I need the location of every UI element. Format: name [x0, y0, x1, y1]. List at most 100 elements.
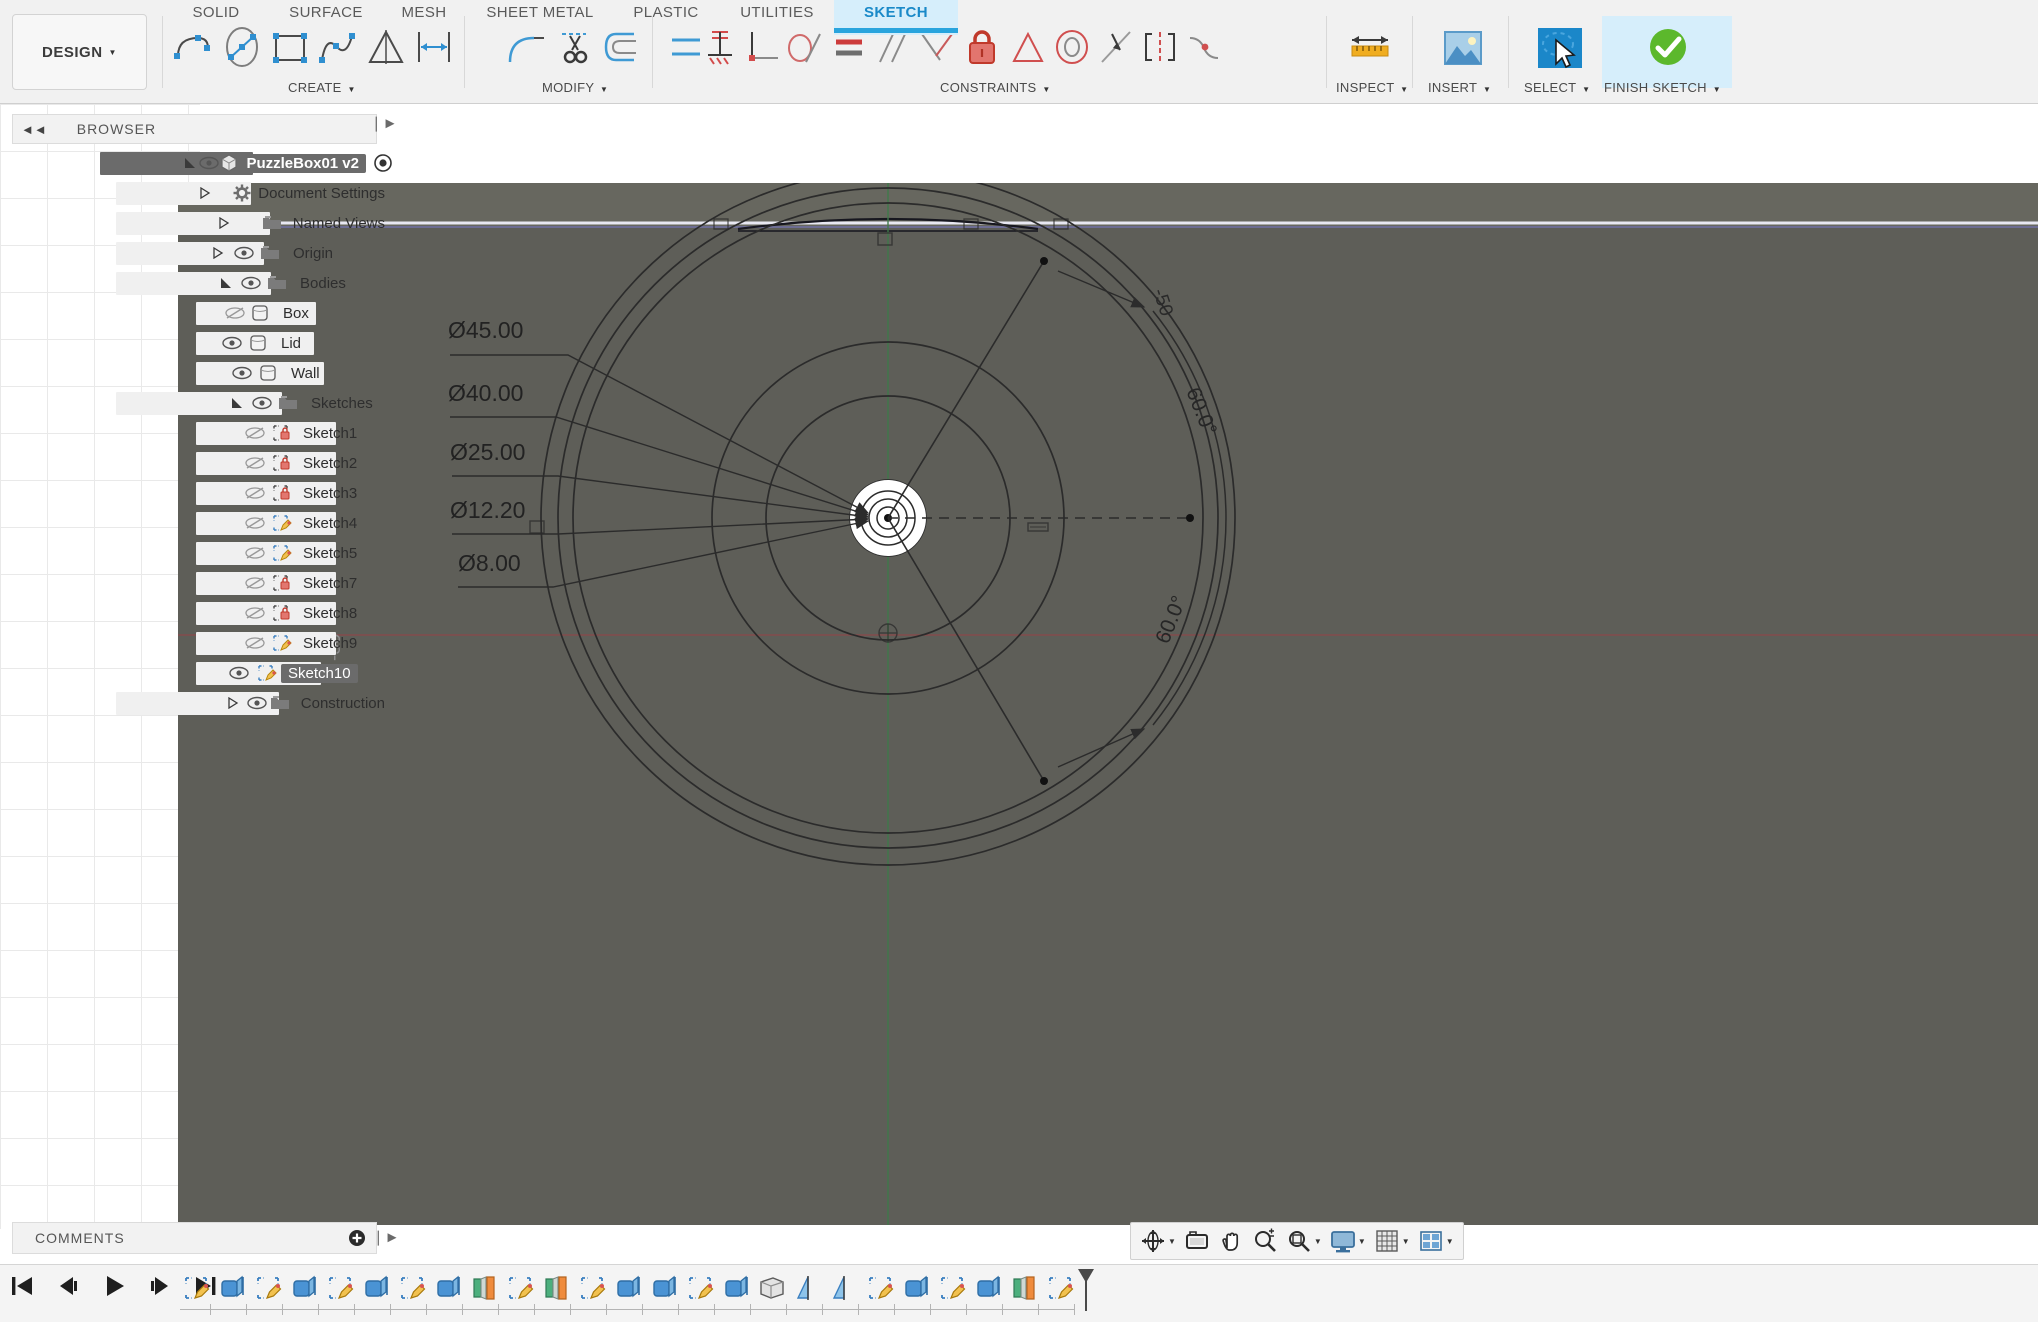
visibility-eye-icon[interactable] — [222, 336, 248, 350]
jump-to-start-icon[interactable] — [8, 1273, 36, 1299]
display-settings-icon[interactable]: ▼ — [1327, 1225, 1369, 1257]
tree-node-construction[interactable]: Construction — [12, 688, 392, 718]
expand-triangle-icon[interactable] — [183, 156, 200, 170]
view-navigation-bar[interactable]: ▼ ▼ ▼ ▼ ▼ — [1130, 1222, 1464, 1260]
sketch-viewport[interactable]: Ø45.00 Ø40.00 Ø25.00 Ø12.20 Ø8.00 60.0° … — [178, 183, 2038, 1225]
visibility-hidden-eye-icon[interactable] — [244, 576, 270, 590]
grid-snaps-icon[interactable]: ▼ — [1371, 1225, 1413, 1257]
finish-sketch-button[interactable] — [1640, 24, 1696, 70]
curvature-constraint[interactable] — [1178, 24, 1230, 70]
tree-node-origin[interactable]: Origin — [12, 238, 392, 268]
visibility-hidden-eye-icon[interactable] — [244, 546, 270, 560]
collapse-triangle-icon[interactable] — [218, 217, 238, 229]
spline-tool[interactable] — [312, 24, 364, 70]
viewports-icon[interactable]: ▼ — [1415, 1225, 1457, 1257]
collapse-triangle-icon[interactable] — [199, 187, 215, 199]
extrude-feature-icon[interactable] — [358, 1271, 394, 1305]
tree-node-document-settings[interactable]: Document Settings — [12, 178, 392, 208]
select-button[interactable] — [1528, 24, 1588, 70]
arc-tool[interactable] — [168, 24, 220, 70]
browser-tree[interactable]: PuzzleBox01 v2 Document Settings Named V… — [12, 148, 392, 718]
sketch-feature-icon[interactable] — [862, 1271, 898, 1305]
group-label-inspect[interactable]: INSPECT ▼ — [1336, 80, 1408, 95]
visibility-hidden-eye-icon[interactable] — [244, 606, 270, 620]
extrude-feature-icon[interactable] — [898, 1271, 934, 1305]
tree-node-named-views[interactable]: Named Views — [12, 208, 392, 238]
step-back-icon[interactable] — [54, 1273, 82, 1299]
visibility-eye-icon[interactable] — [229, 666, 255, 680]
mirror-tool[interactable] — [360, 24, 412, 70]
tree-node-sketch4[interactable]: Sketch4 — [12, 508, 392, 538]
extrude-feature-icon[interactable] — [646, 1271, 682, 1305]
look-at-icon[interactable] — [1181, 1225, 1213, 1257]
collapse-triangle-icon[interactable] — [227, 697, 247, 709]
tree-node-sketch2[interactable]: Sketch2 — [12, 448, 392, 478]
tree-node-sketch9[interactable]: Sketch9 — [12, 628, 392, 658]
group-label-finish-sketch[interactable]: FINISH SKETCH ▼ — [1604, 80, 1721, 95]
tree-node-sketch1[interactable]: Sketch1 — [12, 418, 392, 448]
rectangular-pattern-tool[interactable] — [408, 24, 460, 70]
tree-node-bodies[interactable]: Bodies — [12, 268, 392, 298]
ellipse-tool[interactable] — [216, 24, 268, 70]
group-label-insert[interactable]: INSERT ▼ — [1428, 80, 1491, 95]
design-canvas[interactable]: Ø45.00 Ø40.00 Ø25.00 Ø12.20 Ø8.00 60.0° … — [178, 183, 2038, 1225]
extrude-feature-icon[interactable] — [610, 1271, 646, 1305]
step-forward-icon[interactable] — [146, 1273, 174, 1299]
tree-node-sketch5[interactable]: Sketch5 — [12, 538, 392, 568]
mirror-feature-icon[interactable] — [538, 1271, 574, 1305]
extrude-feature-icon[interactable] — [430, 1271, 466, 1305]
fillet-tool[interactable] — [500, 24, 552, 70]
extrude-feature-icon[interactable] — [214, 1271, 250, 1305]
active-component-icon[interactable] — [374, 154, 392, 172]
visibility-eye-icon[interactable] — [241, 276, 267, 290]
expand-triangle-icon[interactable] — [219, 276, 241, 290]
extrude-feature-icon[interactable] — [718, 1271, 754, 1305]
mirror-feature-icon[interactable] — [466, 1271, 502, 1305]
offset-tool[interactable] — [596, 24, 648, 70]
mirror-feature-icon[interactable] — [1006, 1271, 1042, 1305]
sketch-feature-icon[interactable] — [322, 1271, 358, 1305]
extrude-feature-icon[interactable] — [970, 1271, 1006, 1305]
pan-icon[interactable] — [1215, 1225, 1247, 1257]
tree-node-sketch8[interactable]: Sketch8 — [12, 598, 392, 628]
visibility-hidden-eye-icon[interactable] — [244, 636, 270, 650]
sketch-feature-icon[interactable] — [682, 1271, 718, 1305]
fit-icon[interactable]: ▼ — [1283, 1225, 1325, 1257]
add-comment-icon[interactable] — [348, 1229, 366, 1247]
visibility-eye-icon[interactable] — [232, 366, 258, 380]
group-label-create[interactable]: CREATE ▼ — [288, 80, 356, 95]
tree-node-sketch3[interactable]: Sketch3 — [12, 478, 392, 508]
timeline-bar[interactable] — [0, 1264, 2038, 1322]
visibility-eye-icon[interactable] — [199, 156, 220, 170]
revolve-feature-icon[interactable] — [790, 1271, 826, 1305]
tree-node-sketch7[interactable]: Sketch7 — [12, 568, 392, 598]
sketch-feature-icon[interactable] — [250, 1271, 286, 1305]
fix-lock-constraint[interactable] — [956, 24, 1008, 70]
tree-node-sketch10[interactable]: Sketch10 — [12, 658, 392, 688]
expand-triangle-icon[interactable] — [230, 396, 252, 410]
sketch-feature-icon[interactable] — [502, 1271, 538, 1305]
visibility-eye-icon[interactable] — [247, 696, 271, 710]
sketch-feature-icon[interactable] — [934, 1271, 970, 1305]
comments-dock-handle[interactable]: ❘► — [372, 1228, 399, 1246]
extrude-feature-icon[interactable] — [286, 1271, 322, 1305]
play-icon[interactable] — [100, 1273, 128, 1299]
shell-feature-icon[interactable] — [754, 1271, 790, 1305]
tab-sketch[interactable]: SKETCH — [834, 0, 958, 35]
group-label-constraints[interactable]: CONSTRAINTS ▼ — [940, 80, 1051, 95]
sketch-feature-icon[interactable] — [394, 1271, 430, 1305]
collapse-triangle-icon[interactable] — [212, 247, 234, 259]
visibility-eye-icon[interactable] — [252, 396, 278, 410]
sketch-feature-icon[interactable] — [574, 1271, 610, 1305]
tree-node-lid[interactable]: Lid — [12, 328, 392, 358]
group-label-select[interactable]: SELECT ▼ — [1524, 80, 1590, 95]
group-label-modify[interactable]: MODIFY ▼ — [542, 80, 608, 95]
timeline-track[interactable] — [180, 1304, 1075, 1315]
rectangle-tool[interactable] — [264, 24, 316, 70]
timeline-features[interactable] — [178, 1271, 1078, 1305]
tree-node-root[interactable]: PuzzleBox01 v2 — [12, 148, 392, 178]
tree-node-wall[interactable]: Wall — [12, 358, 392, 388]
inspect-measure-button[interactable] — [1340, 24, 1400, 70]
orbit-icon[interactable]: ▼ — [1137, 1225, 1179, 1257]
sketch-feature-icon[interactable] — [1042, 1271, 1078, 1305]
